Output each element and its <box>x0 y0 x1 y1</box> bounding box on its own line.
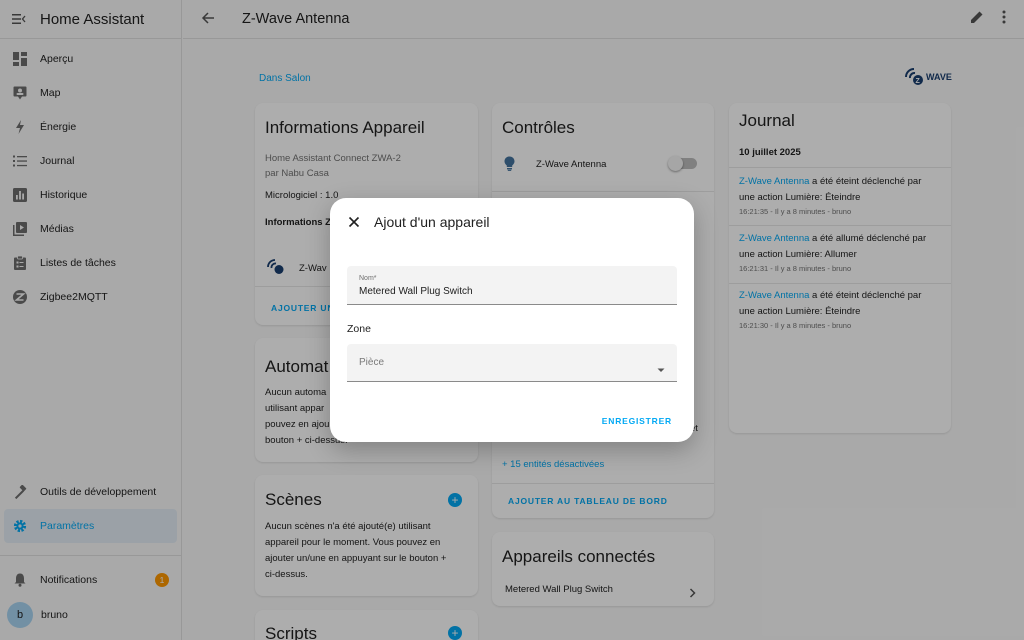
dialog-title: Ajout d'un appareil <box>374 214 490 230</box>
zone-label: Zone <box>347 323 371 335</box>
close-icon[interactable] <box>348 216 360 228</box>
device-name-field[interactable]: Nom* Metered Wall Plug Switch <box>347 266 677 305</box>
add-device-dialog: Ajout d'un appareil Nom* Metered Wall Pl… <box>330 198 694 442</box>
dropdown-arrow-icon <box>657 360 665 378</box>
name-field-label: Nom* <box>359 275 377 282</box>
name-field-value: Metered Wall Plug Switch <box>359 286 473 297</box>
room-select-placeholder: Pièce <box>359 357 385 368</box>
room-select[interactable]: Pièce <box>347 344 677 382</box>
save-button[interactable]: ENREGISTRER <box>602 416 672 426</box>
